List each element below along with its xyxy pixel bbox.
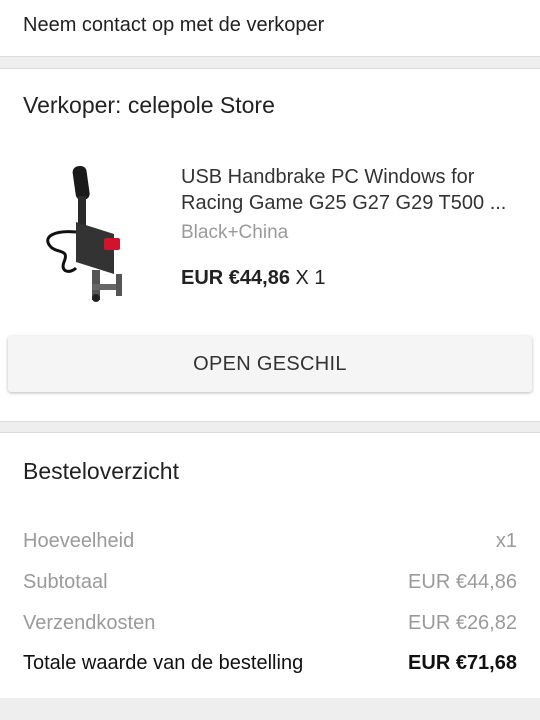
order-overview-card: Besteloverzicht Hoeveelheid x1 Subtotaal… [0,432,540,698]
shipping-row: Verzendkosten EUR €26,82 [23,612,517,635]
summary-label: Totale waarde van de bestelling [23,652,304,674]
summary-label: Subtotaal [23,571,108,593]
open-dispute-button[interactable]: OPEN GESCHIL [8,336,532,392]
order-total-row: Totale waarde van de bestelling EUR €71,… [23,652,517,675]
product-price: EUR €44,86 [181,267,290,289]
product-name-line-1: USB Handbrake PC Windows for [181,166,475,188]
summary-label: Hoeveelheid [23,530,135,552]
product-name-line-2: Racing Game G25 G27 G29 T500 ... [181,192,507,214]
product-thumbnail[interactable] [36,162,164,302]
order-total-value: EUR €71,68 [408,652,517,674]
seller-title: Verkoper: celepole Store [23,92,275,118]
quantity-row: Hoeveelheid x1 [23,530,517,553]
product-price-line: EUR €44,86 X 1 [181,267,326,290]
product-variant: Black+China [181,222,289,243]
product-name[interactable]: USB Handbrake PC Windows for Racing Game… [181,164,526,216]
contact-seller-row[interactable]: Neem contact op met de verkoper [0,0,540,57]
summary-value: EUR €26,82 [408,612,517,634]
summary-value: x1 [495,530,517,552]
seller-card: Verkoper: celepole Store USB Handbrake P… [0,68,540,422]
subtotal-row: Subtotaal EUR €44,86 [23,571,517,594]
order-overview-title: Besteloverzicht [23,458,179,484]
summary-value: EUR €44,86 [408,571,517,593]
handbrake-image-icon [36,162,164,302]
contact-seller-label[interactable]: Neem contact op met de verkoper [23,14,324,37]
summary-label: Verzendkosten [23,612,156,634]
product-quantity: X 1 [295,267,326,289]
